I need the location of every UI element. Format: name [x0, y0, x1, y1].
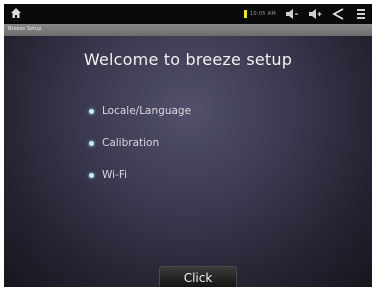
signal-icon: [243, 10, 247, 18]
app-title: Breeze Setup: [8, 26, 42, 32]
tablet-screen: 10:05 AM Breeze Setup Welcome to breeze …: [4, 4, 372, 287]
volume-up-icon[interactable]: [308, 8, 322, 20]
volume-down-icon[interactable]: [285, 8, 299, 20]
setup-content: Welcome to breeze setup Locale/Language …: [4, 36, 372, 287]
menu-item-calibration[interactable]: Calibration: [89, 127, 191, 159]
status-bar: 10:05 AM: [4, 4, 372, 24]
menu-item-wifi[interactable]: Wi-Fi: [89, 159, 191, 191]
menu-item-label: Calibration: [102, 137, 160, 149]
menu-item-label: Wi-Fi: [102, 169, 128, 181]
setup-menu: Locale/Language Calibration Wi-Fi: [89, 95, 191, 191]
page-title: Welcome to breeze setup: [83, 50, 293, 69]
menu-item-label: Locale/Language: [102, 105, 192, 117]
home-icon[interactable]: [10, 7, 22, 19]
menu-icon[interactable]: [354, 8, 368, 20]
bullet-icon: [89, 140, 94, 146]
menu-item-locale-language[interactable]: Locale/Language: [89, 95, 191, 127]
app-title-bar: Breeze Setup: [4, 24, 372, 36]
bullet-icon: [89, 108, 94, 114]
clock-text: 10:05 AM: [249, 11, 276, 17]
bullet-icon: [89, 172, 94, 178]
back-icon[interactable]: [331, 8, 345, 20]
click-button[interactable]: Click: [159, 266, 237, 287]
